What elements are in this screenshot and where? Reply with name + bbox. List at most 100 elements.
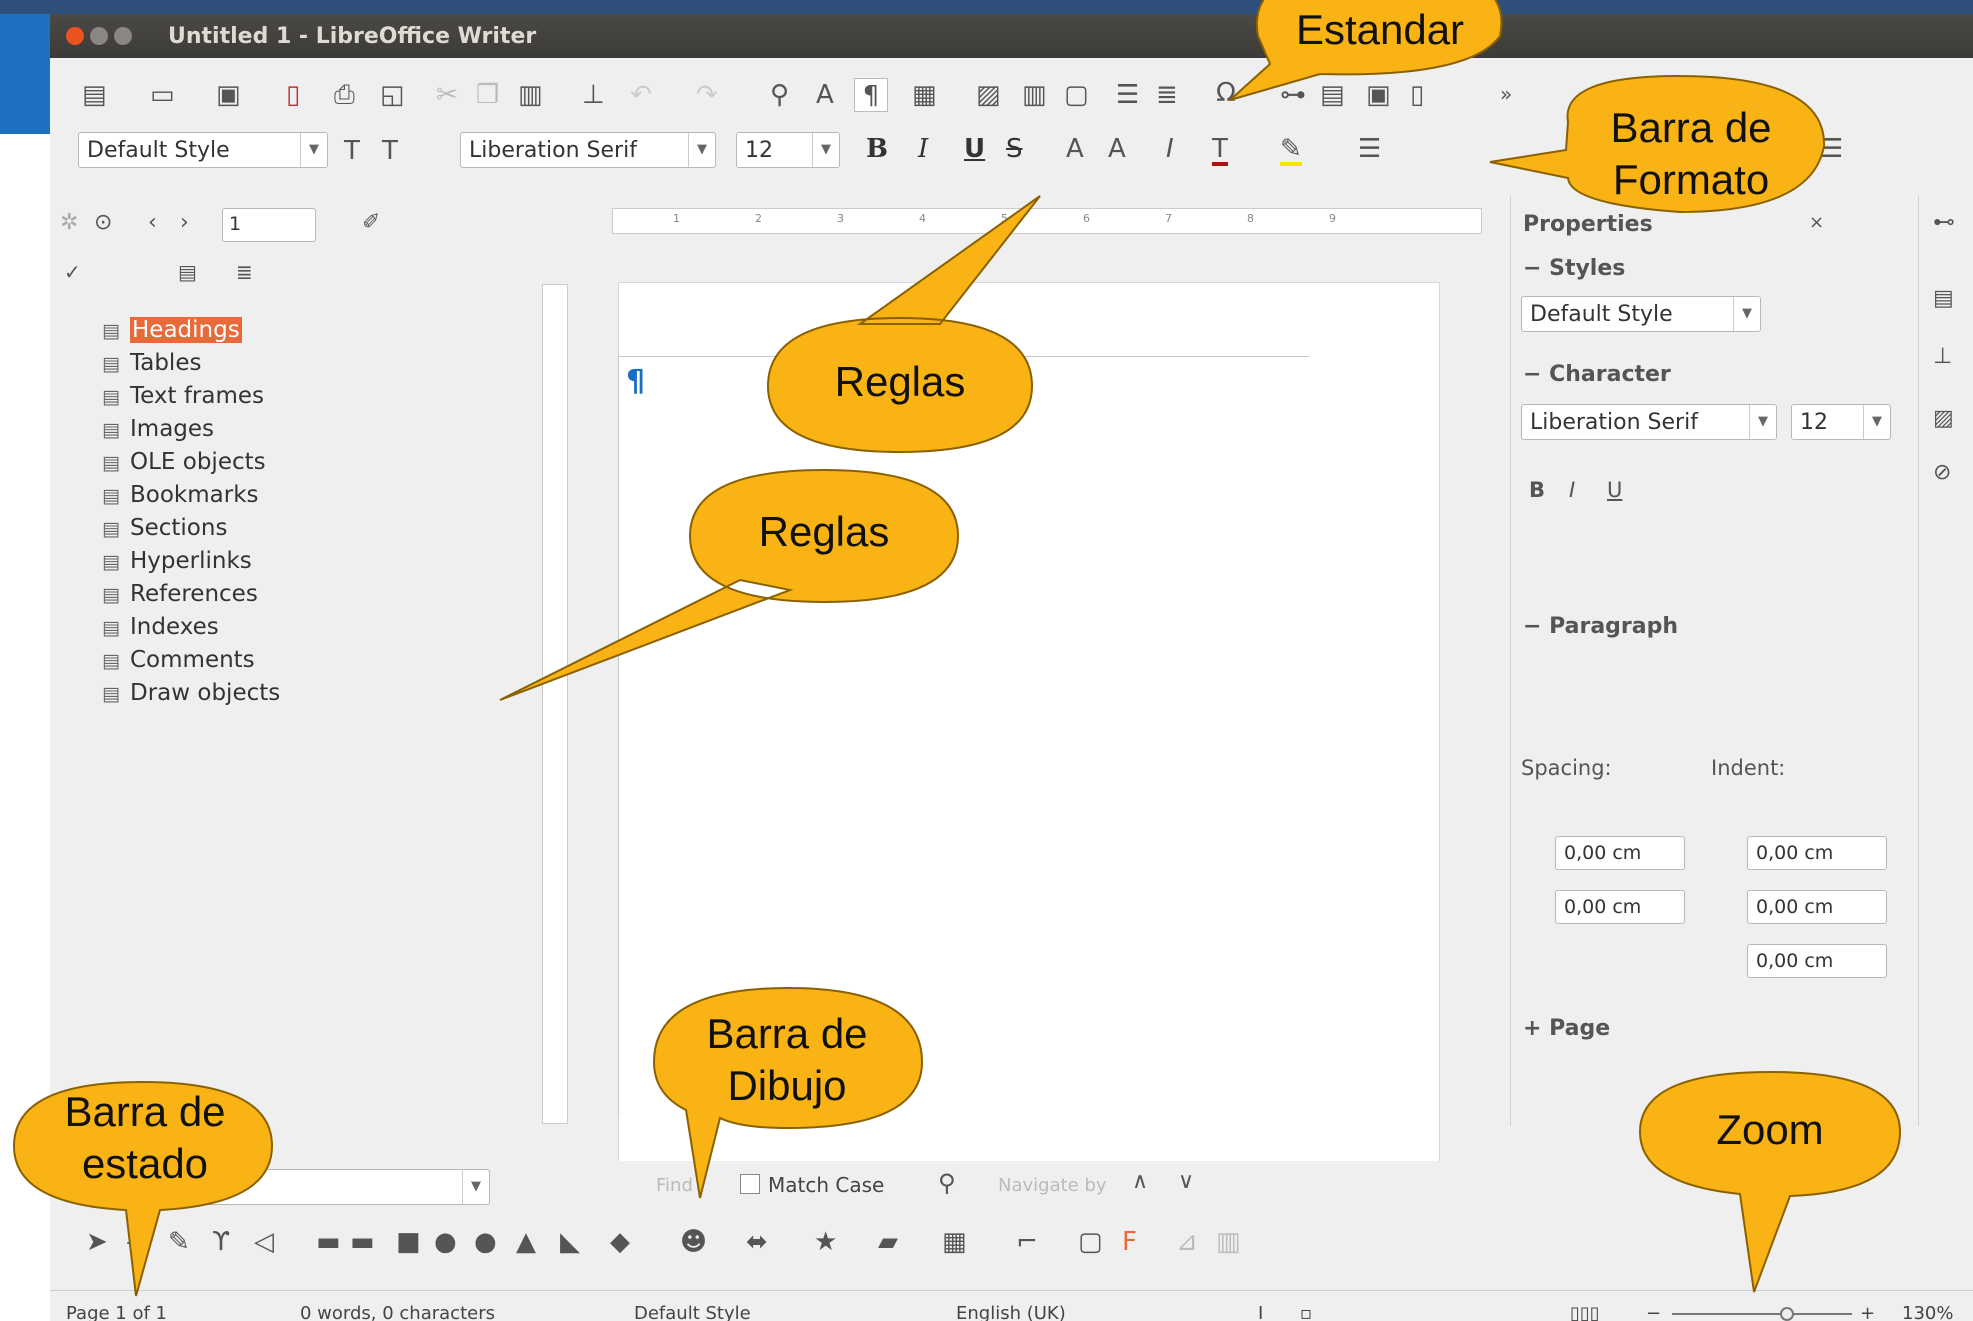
superscript-icon[interactable]: A bbox=[1066, 136, 1084, 162]
object-icon[interactable]: ▥ bbox=[1216, 1229, 1241, 1255]
chevron-down-icon[interactable]: ▼ bbox=[462, 1170, 489, 1204]
triangle-icon[interactable]: ▲ bbox=[516, 1229, 536, 1255]
navigator-item[interactable]: ▤ Draw objects bbox=[102, 677, 462, 710]
sidebar-font-combo[interactable]: Liberation Serif ▼ bbox=[1521, 404, 1777, 440]
navigator-item[interactable]: ▤ Hyperlinks bbox=[102, 545, 462, 578]
page-number-input[interactable]: 1 bbox=[222, 208, 316, 242]
comment-icon[interactable]: ▣ bbox=[1366, 82, 1391, 108]
close-window-button[interactable] bbox=[66, 27, 84, 45]
word-count[interactable]: 0 words, 0 characters bbox=[300, 1303, 495, 1321]
hyperlink-icon[interactable]: ⊶ bbox=[1280, 82, 1306, 108]
fontwork-icon[interactable]: F bbox=[1122, 1229, 1137, 1255]
navigator-item[interactable]: ▤ Text frames bbox=[102, 380, 462, 413]
toolbar-overflow-icon[interactable]: » bbox=[1500, 84, 1512, 104]
rectangle-icon[interactable]: ▬ bbox=[316, 1229, 341, 1255]
sidebar-italic-button[interactable]: I bbox=[1569, 478, 1575, 502]
chevron-down-icon[interactable]: ▼ bbox=[812, 133, 839, 167]
font-size-combo[interactable]: 12 ▼ bbox=[736, 132, 840, 168]
points-icon[interactable]: ⌐ bbox=[1016, 1229, 1038, 1255]
navigator-tab-icon[interactable]: ▨ bbox=[1933, 408, 1954, 430]
find-previous-icon[interactable]: ∧ bbox=[1132, 1171, 1148, 1193]
headings-list-icon[interactable]: ≣ bbox=[236, 262, 253, 282]
page-style[interactable]: Default Style bbox=[634, 1303, 751, 1321]
navigator-item[interactable]: ▤ Headings bbox=[102, 314, 462, 347]
spelling-icon[interactable]: A bbox=[816, 82, 834, 108]
copy-icon[interactable]: ❐ bbox=[476, 82, 499, 108]
cut-icon[interactable]: ✂ bbox=[436, 82, 458, 108]
compass-icon[interactable]: ⊘ bbox=[1933, 462, 1951, 484]
zoom-out-icon[interactable]: − bbox=[1646, 1303, 1661, 1321]
next-icon[interactable]: › bbox=[180, 212, 189, 234]
square-icon[interactable]: ■ bbox=[396, 1229, 421, 1255]
update-style-icon[interactable]: T bbox=[344, 138, 360, 164]
block-arrows-icon[interactable]: ⬌ bbox=[746, 1229, 768, 1255]
view-layout-icon[interactable]: ▯▯▯ bbox=[1570, 1303, 1600, 1321]
match-case-checkbox[interactable] bbox=[740, 1174, 760, 1194]
spacing-below-input[interactable]: 0,00 cm bbox=[1555, 890, 1685, 924]
stars-icon[interactable]: ★ bbox=[814, 1229, 837, 1255]
chevron-down-icon[interactable]: ▼ bbox=[300, 133, 327, 167]
sidebar-underline-button[interactable]: U bbox=[1607, 478, 1622, 502]
redo-icon[interactable]: ↷ bbox=[696, 82, 718, 108]
strikethrough-button[interactable]: S bbox=[1006, 136, 1023, 162]
clear-formatting-icon[interactable]: I bbox=[1166, 136, 1174, 162]
sidebar-bold-button[interactable]: B bbox=[1529, 478, 1545, 502]
print-preview-icon[interactable]: ◱ bbox=[380, 82, 405, 108]
toggle-icon[interactable]: ✲ bbox=[60, 212, 78, 234]
navigator-item[interactable]: ▤ Comments bbox=[102, 644, 462, 677]
curve-icon[interactable]: ϒ bbox=[212, 1229, 230, 1255]
insert-mode-icon[interactable]: I_ bbox=[1258, 1303, 1272, 1321]
zoom-slider-handle[interactable] bbox=[1780, 1307, 1794, 1321]
indent-first-line-input[interactable]: 0,00 cm bbox=[1747, 944, 1887, 978]
sidebar-size-combo[interactable]: 12 ▼ bbox=[1791, 404, 1891, 440]
rounded-rectangle-icon[interactable]: ▬ bbox=[350, 1229, 375, 1255]
chevron-down-icon[interactable]: ▼ bbox=[688, 133, 715, 167]
freeform-icon[interactable]: ✎ bbox=[168, 1229, 190, 1255]
ellipse-icon[interactable]: ● bbox=[434, 1229, 457, 1255]
navigation-icon[interactable]: ⊙ bbox=[94, 212, 112, 234]
list-box-icon[interactable]: ✓ bbox=[64, 262, 81, 282]
bold-button[interactable]: B bbox=[866, 136, 888, 162]
minimize-window-button[interactable] bbox=[90, 27, 108, 45]
find-all-icon[interactable]: ⚲ bbox=[938, 1171, 956, 1195]
insert-image-icon[interactable]: ▨ bbox=[976, 82, 1001, 108]
right-triangle-icon[interactable]: ◣ bbox=[560, 1229, 580, 1255]
previous-icon[interactable]: ‹ bbox=[148, 212, 157, 234]
maximize-window-button[interactable] bbox=[114, 27, 132, 45]
flowchart-icon[interactable]: ▦ bbox=[942, 1229, 967, 1255]
close-icon[interactable]: × bbox=[1809, 212, 1824, 233]
circle-icon[interactable]: ● bbox=[474, 1229, 497, 1255]
language[interactable]: English (UK) bbox=[956, 1303, 1066, 1321]
indent-after-input[interactable]: 0,00 cm bbox=[1747, 890, 1887, 924]
bullets-icon[interactable]: ☰ bbox=[1358, 136, 1381, 162]
field-icon[interactable]: ≣ bbox=[1156, 82, 1178, 108]
find-next-icon[interactable]: ∨ bbox=[1178, 1171, 1194, 1193]
styles-section-header[interactable]: − Styles bbox=[1523, 256, 1625, 281]
new-style-icon[interactable]: T bbox=[382, 138, 398, 164]
print-icon[interactable]: ⎙ bbox=[334, 82, 355, 108]
chevron-down-icon[interactable]: ▼ bbox=[1749, 405, 1776, 439]
basic-shapes-icon[interactable]: ◆ bbox=[610, 1229, 630, 1255]
navigator-item[interactable]: ▤ Sections bbox=[102, 512, 462, 545]
insert-table-icon[interactable]: ▦ bbox=[912, 82, 937, 108]
callouts-icon[interactable]: ▰ bbox=[878, 1229, 898, 1255]
paragraph-section-header[interactable]: − Paragraph bbox=[1523, 614, 1678, 639]
navigator-item[interactable]: ▤ Images bbox=[102, 413, 462, 446]
font-color-icon[interactable]: T bbox=[1212, 136, 1228, 166]
page-count[interactable]: Page 1 of 1 bbox=[66, 1303, 167, 1321]
zoom-level[interactable]: 130% bbox=[1902, 1303, 1953, 1321]
paragraph-style-combo[interactable]: Default Style ▼ bbox=[78, 132, 328, 168]
chevron-down-icon[interactable]: ▼ bbox=[1863, 405, 1890, 439]
properties-tab-icon[interactable]: ⊷ bbox=[1933, 212, 1955, 234]
spacing-above-input[interactable]: 0,00 cm bbox=[1555, 836, 1685, 870]
formatting-marks-icon[interactable]: ¶ bbox=[854, 78, 888, 112]
paste-icon[interactable]: ▥ bbox=[518, 82, 543, 108]
extrusion-icon[interactable]: ⊿ bbox=[1176, 1229, 1198, 1255]
navigator-item[interactable]: ▤ OLE objects bbox=[102, 446, 462, 479]
polygon-icon[interactable]: ◁ bbox=[254, 1229, 274, 1255]
horizontal-ruler[interactable]: 1 2 3 4 5 6 7 8 9 bbox=[612, 208, 1482, 234]
zoom-slider[interactable] bbox=[1672, 1313, 1852, 1315]
page-break-icon[interactable]: ☰ bbox=[1116, 82, 1139, 108]
styles-tab-icon[interactable]: ▤ bbox=[1933, 288, 1954, 310]
new-icon[interactable]: ▤ bbox=[82, 82, 107, 108]
